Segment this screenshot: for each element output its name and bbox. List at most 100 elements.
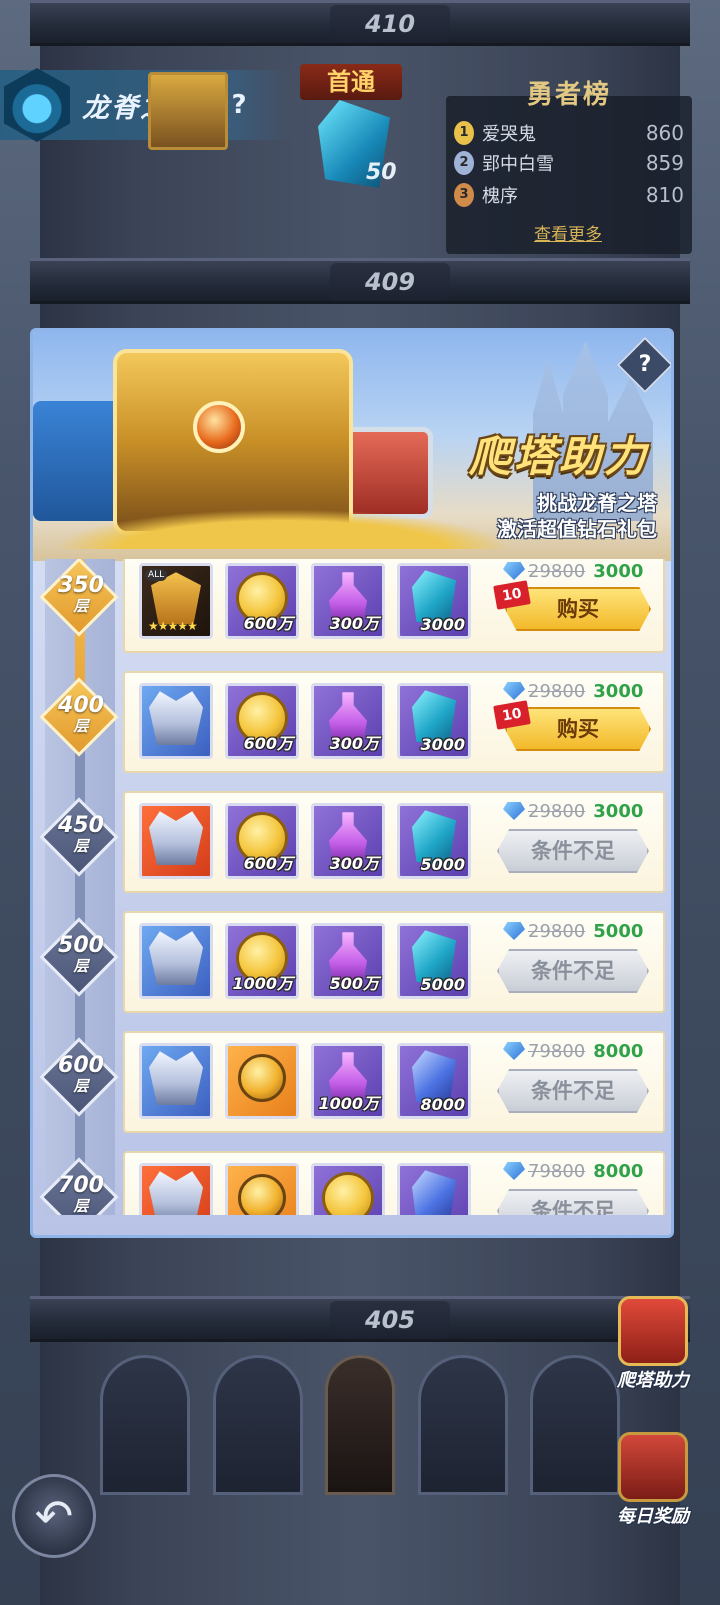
floor-number: 410 xyxy=(330,5,450,43)
reward-item[interactable]: 300万 xyxy=(311,683,385,759)
side-button-label: 爬塔助力 xyxy=(617,1370,689,1391)
reward-item[interactable] xyxy=(139,1043,213,1119)
amulet-icon xyxy=(238,1174,286,1215)
floor-badge-label: 700 层 xyxy=(58,1173,104,1216)
reward-item[interactable] xyxy=(397,1163,471,1215)
hero-ranking-panel: 勇者榜 1 爱哭鬼 860 2 郢中白雪 859 3 槐序 810 查看更多 xyxy=(446,80,692,254)
item-quantity: 5000 xyxy=(420,855,465,874)
ranking-row: 2 郢中白雪 859 xyxy=(454,148,684,178)
reward-item[interactable]: 600万 xyxy=(225,563,299,639)
gold-coin-icon xyxy=(322,1172,374,1215)
rank-medal-icon: 3 xyxy=(454,183,474,207)
reward-item[interactable]: 1000万 xyxy=(225,923,299,999)
floor-badge-label: 600 层 xyxy=(58,1053,104,1096)
item-quantity: 300万 xyxy=(329,614,379,633)
price: 79800 8000 xyxy=(503,1039,643,1063)
condition-unmet-button[interactable]: 条件不足 xyxy=(497,829,649,873)
ranking-title: 勇者榜 xyxy=(526,80,611,110)
dialog-banner: ? 爬塔助力 挑战龙脊之塔 激活超值钻石礼包 xyxy=(33,331,671,561)
condition-unmet-button[interactable]: 条件不足 xyxy=(497,1189,649,1215)
diamond-icon xyxy=(503,682,525,700)
item-quantity: 8000 xyxy=(420,1095,465,1114)
tower-floor-band: 409 xyxy=(30,258,690,304)
reward-item[interactable]: 3000 xyxy=(397,683,471,759)
ranking-name: 郢中白雪 xyxy=(482,154,554,175)
ranking-score: 810 xyxy=(645,183,684,207)
reward-item[interactable] xyxy=(139,683,213,759)
original-price: 29800 xyxy=(528,920,586,942)
reward-item[interactable]: 8000 xyxy=(397,1043,471,1119)
package-row: 1000万 500万 5000 29800 5000 条件不足 xyxy=(123,911,665,1013)
dialog-subtitle: 挑战龙脊之塔 xyxy=(537,491,657,515)
package-row: 1000万 8000 79800 8000 条件不足 xyxy=(123,1031,665,1133)
reward-item[interactable] xyxy=(311,1163,385,1215)
reward-item[interactable]: 300万 xyxy=(311,563,385,639)
arch xyxy=(100,1355,190,1495)
reward-item[interactable]: 5000 xyxy=(397,803,471,879)
view-more-link[interactable]: 查看更多 xyxy=(534,220,602,245)
condition-unmet-button[interactable]: 条件不足 xyxy=(497,1069,649,1113)
diamond-icon xyxy=(503,802,525,820)
dialog-subtitle: 激活超值钻石礼包 xyxy=(497,517,657,541)
reward-item[interactable] xyxy=(139,1163,213,1215)
climb-assist-side-button[interactable]: 爬塔助力 xyxy=(606,1296,700,1392)
condition-unmet-button[interactable]: 条件不足 xyxy=(497,949,649,993)
gift-box-icon xyxy=(618,1296,688,1366)
chest-gem-icon xyxy=(193,401,245,453)
ranking-row: 1 爱哭鬼 860 xyxy=(454,118,684,148)
price: 29800 3000 xyxy=(503,559,643,583)
coin-pile-illustration xyxy=(53,509,513,549)
armor-icon xyxy=(149,1051,203,1106)
reward-item[interactable]: ALL ★★★★★ xyxy=(139,563,213,639)
item-quantity: 600万 xyxy=(243,734,293,753)
ranking-name: 槐序 xyxy=(482,186,518,207)
star-rating: ★★★★★ xyxy=(148,619,198,633)
floor-chest-icon[interactable] xyxy=(148,72,228,150)
original-price: 29800 xyxy=(528,560,586,582)
price: 79800 8000 xyxy=(503,1159,643,1183)
reward-item[interactable] xyxy=(225,1163,299,1215)
reward-item[interactable] xyxy=(225,1043,299,1119)
climb-assist-dialog: ? 爬塔助力 挑战龙脊之塔 激活超值钻石礼包 350 层 ALL ★★★★★ 6… xyxy=(30,328,674,1238)
reward-item[interactable]: 600万 xyxy=(225,683,299,759)
floor-badge-label: 400 层 xyxy=(58,693,104,736)
item-quantity: 1000万 xyxy=(318,1094,379,1113)
reward-item[interactable] xyxy=(139,923,213,999)
reward-item[interactable]: 1000万 xyxy=(311,1043,385,1119)
item-quantity: 5000 xyxy=(420,975,465,994)
reward-item[interactable]: 3000 xyxy=(397,563,471,639)
dialog-help-button[interactable]: ? xyxy=(616,336,671,394)
discount-price: 3000 xyxy=(593,800,644,822)
reward-item[interactable]: 500万 xyxy=(311,923,385,999)
item-quantity: 500万 xyxy=(329,974,379,993)
ranking-name: 爱哭鬼 xyxy=(482,124,536,145)
reward-item[interactable]: 300万 xyxy=(311,803,385,879)
back-button[interactable]: ↶ xyxy=(12,1474,96,1558)
daily-reward-side-button[interactable]: 每日奖励 xyxy=(606,1432,700,1528)
floor-badge-label: 350 层 xyxy=(58,573,104,616)
price: 29800 5000 xyxy=(503,919,643,943)
rank-medal-icon: 1 xyxy=(454,121,474,145)
item-quantity: 3000 xyxy=(420,735,465,754)
tower-floor-band: 405 xyxy=(30,1296,690,1342)
rank-medal-icon: 2 xyxy=(454,151,474,175)
armor-icon xyxy=(149,811,203,866)
first-clear-reward-count: 50 xyxy=(366,160,397,185)
package-row: 600万 300万 3000 29800 3000 购买 10 xyxy=(123,671,665,773)
tower-door[interactable] xyxy=(325,1355,395,1495)
package-row: 79800 8000 条件不足 xyxy=(123,1151,665,1215)
reward-item[interactable] xyxy=(139,803,213,879)
back-arrow-icon: ↶ xyxy=(34,1489,74,1543)
floor-number: 405 xyxy=(330,1301,450,1339)
price: 29800 3000 xyxy=(503,799,643,823)
floor-badge-label: 450 层 xyxy=(58,813,104,856)
amulet-icon xyxy=(238,1054,286,1103)
reward-item[interactable]: 5000 xyxy=(397,923,471,999)
ranking-score: 859 xyxy=(645,151,684,175)
arch xyxy=(212,1355,303,1495)
package-list[interactable]: 350 层 ALL ★★★★★ 600万 300万 3000 29800 300… xyxy=(33,559,671,1215)
original-price: 79800 xyxy=(528,1040,586,1062)
reward-item[interactable]: 600万 xyxy=(225,803,299,879)
first-clear-label: 首通 xyxy=(300,64,402,100)
ranking-score: 860 xyxy=(645,121,684,145)
